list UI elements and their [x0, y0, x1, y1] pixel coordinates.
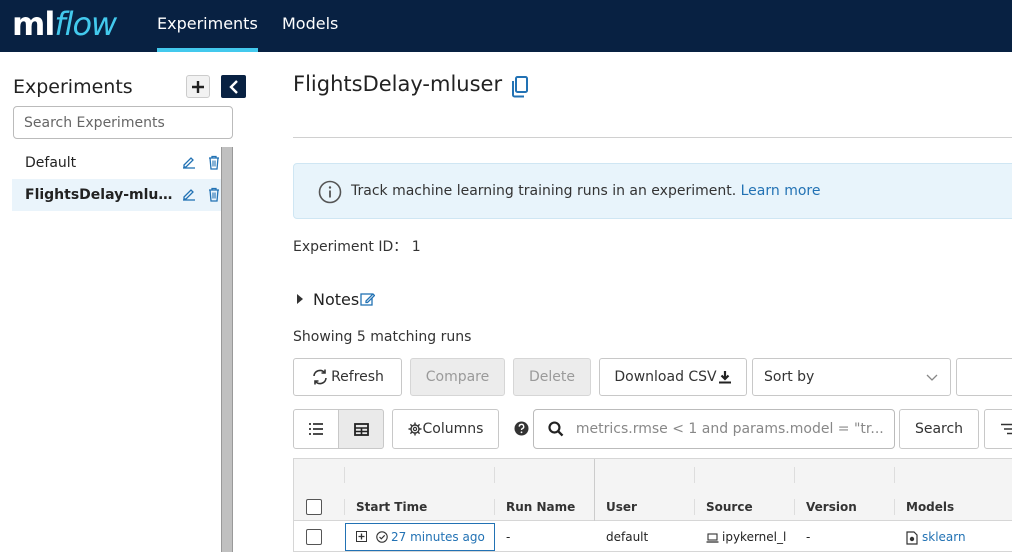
- gear-icon: [408, 422, 422, 436]
- info-icon: [318, 180, 342, 204]
- column-divider: [694, 467, 695, 483]
- title-divider: [293, 137, 1012, 138]
- user-cell: default: [606, 530, 649, 544]
- select-all-checkbox[interactable]: [306, 499, 322, 515]
- add-experiment-button[interactable]: [186, 75, 210, 98]
- refresh-button[interactable]: Refresh: [293, 358, 402, 396]
- column-header-version[interactable]: Version: [806, 500, 857, 514]
- sidebar-item-label: Default: [25, 155, 77, 171]
- trash-icon[interactable]: [207, 187, 221, 202]
- sidebar-item-label: FlightsDelay-mluser: [25, 187, 180, 203]
- search-icon: [548, 421, 564, 437]
- chevron-down-icon: [926, 374, 938, 381]
- download-csv-button[interactable]: Download CSV: [599, 358, 747, 396]
- sidebar-title: Experiments: [13, 76, 133, 98]
- sidebar-item-flightsdelay[interactable]: FlightsDelay-mluser: [12, 179, 222, 211]
- runs-search-box: [533, 409, 895, 449]
- edit-icon[interactable]: [182, 155, 196, 169]
- list-icon: [309, 423, 323, 435]
- filter-button[interactable]: [984, 409, 1012, 449]
- columns-button[interactable]: Columns: [392, 409, 499, 449]
- nav-tab-models[interactable]: Models: [282, 0, 338, 52]
- matching-runs-count: Showing 5 matching runs: [293, 329, 472, 345]
- column-divider: [494, 499, 495, 515]
- page-title: FlightsDelay-mluser: [293, 72, 503, 96]
- column-divider: [494, 467, 495, 483]
- nav-tab-experiments[interactable]: Experiments: [157, 0, 258, 52]
- expand-icon[interactable]: [356, 531, 367, 542]
- table-header: Start Time Run Name User Source Version …: [294, 459, 1012, 521]
- collapse-sidebar-button[interactable]: [221, 75, 246, 98]
- sidebar-scrollbar[interactable]: [221, 147, 233, 552]
- column-divider: [894, 499, 895, 515]
- runs-table: Start Time Run Name User Source Version …: [293, 458, 1012, 552]
- column-group-divider: [594, 459, 595, 521]
- edit-icon[interactable]: [182, 187, 196, 201]
- column-divider: [694, 499, 695, 515]
- models-link[interactable]: sklearn: [922, 530, 966, 544]
- experiment-id: Experiment ID： 1: [293, 239, 421, 255]
- table-icon: [353, 422, 369, 436]
- column-divider: [794, 467, 795, 483]
- chevron-left-icon: [228, 79, 238, 94]
- row-checkbox[interactable]: [306, 529, 322, 545]
- compare-button[interactable]: Compare: [410, 358, 505, 396]
- trash-icon[interactable]: [207, 155, 221, 170]
- top-nav: ml flow Experiments Models: [0, 0, 1012, 52]
- info-banner: Track machine learning training runs in …: [293, 163, 1012, 219]
- start-time-cell: 27 minutes ago: [345, 523, 495, 551]
- laptop-icon: [706, 533, 719, 543]
- caret-right-icon[interactable]: [296, 294, 304, 304]
- sort-by-select[interactable]: Sort by: [752, 358, 951, 396]
- version-cell: -: [806, 530, 811, 544]
- source-cell[interactable]: ipykernel_l: [722, 530, 786, 544]
- list-view-button[interactable]: [293, 409, 339, 449]
- filter-icon: [1001, 423, 1012, 435]
- column-header-source[interactable]: Source: [706, 500, 753, 514]
- search-experiments-input[interactable]: [13, 106, 233, 139]
- copy-icon[interactable]: [511, 76, 529, 98]
- notes-toggle[interactable]: Notes: [313, 290, 359, 309]
- refresh-icon: [313, 369, 327, 385]
- column-header-run-name[interactable]: Run Name: [506, 500, 575, 514]
- learn-more-link[interactable]: Learn more: [741, 183, 821, 199]
- column-header-start-time[interactable]: Start Time: [356, 500, 427, 514]
- column-divider: [344, 467, 345, 483]
- edit-notes-icon[interactable]: [360, 292, 375, 307]
- download-icon: [718, 371, 731, 384]
- run-name-cell: -: [506, 530, 511, 544]
- column-divider: [344, 499, 345, 515]
- sidebar-item-default[interactable]: Default: [12, 147, 222, 179]
- column-divider: [894, 467, 895, 483]
- table-view-button[interactable]: [338, 409, 384, 449]
- column-header-models[interactable]: Models: [906, 500, 954, 514]
- mlflow-logo[interactable]: ml flow: [12, 2, 117, 46]
- plus-icon: [192, 80, 204, 93]
- delete-button[interactable]: Delete: [513, 358, 591, 396]
- check-circle-icon: [376, 531, 388, 543]
- runs-search-input[interactable]: [575, 421, 894, 437]
- help-icon[interactable]: [514, 421, 529, 436]
- start-time-link[interactable]: 27 minutes ago: [391, 530, 485, 544]
- secondary-select[interactable]: [956, 358, 1012, 396]
- search-button[interactable]: Search: [899, 409, 979, 449]
- model-icon: [906, 531, 918, 545]
- banner-text: Track machine learning training runs in …: [351, 183, 821, 199]
- column-divider: [794, 499, 795, 515]
- column-header-user[interactable]: User: [606, 500, 637, 514]
